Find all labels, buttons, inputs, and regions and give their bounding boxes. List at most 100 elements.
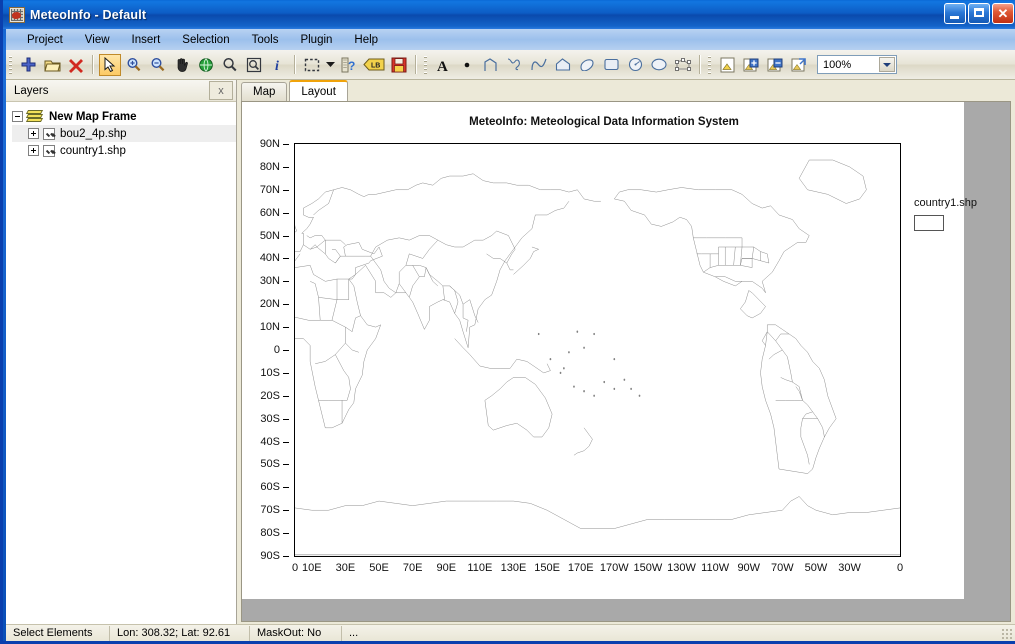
latitude-tick-mark xyxy=(283,304,289,306)
zoom-in-icon[interactable] xyxy=(123,54,145,76)
longitude-tick-label: 130W xyxy=(667,562,696,574)
status-coordinates: Lon: 308.32; Lat: 92.61 xyxy=(110,625,250,641)
chevron-down-icon[interactable] xyxy=(879,57,895,72)
map-island-marker xyxy=(549,358,552,361)
status-maskout: MaskOut: No xyxy=(250,625,342,641)
layout-zoom-in-icon[interactable] xyxy=(740,54,762,76)
map-island-marker xyxy=(568,351,570,354)
polygon-tool-icon[interactable] xyxy=(552,54,574,76)
select-by-rectangle-icon[interactable] xyxy=(301,54,323,76)
menu-view[interactable]: View xyxy=(74,32,121,48)
menu-project[interactable]: Project xyxy=(16,32,74,48)
map-frame-label: New Map Frame xyxy=(49,110,137,123)
map-outline xyxy=(332,316,361,332)
freehand-tool-icon[interactable] xyxy=(504,54,526,76)
zoom-to-selection-icon[interactable] xyxy=(243,54,265,76)
select-arrow-icon[interactable] xyxy=(99,53,121,76)
latitude-tick-label: 70S xyxy=(260,504,280,517)
tab-layout[interactable]: Layout xyxy=(289,80,348,101)
page-layout-icon[interactable] xyxy=(716,54,738,76)
query-builder-icon[interactable]: ? xyxy=(338,54,360,76)
menu-plugin[interactable]: Plugin xyxy=(289,32,343,48)
text-tool-icon[interactable]: A xyxy=(432,54,454,76)
map-outline xyxy=(485,377,552,437)
zoom-out-icon[interactable] xyxy=(147,54,169,76)
map-island-marker xyxy=(537,332,540,336)
curve-polygon-tool-icon[interactable] xyxy=(576,54,598,76)
add-layer-icon[interactable] xyxy=(17,54,39,76)
identify-magnifier-icon[interactable] xyxy=(219,54,241,76)
expand-icon[interactable] xyxy=(28,128,39,139)
rectangle-tool-icon[interactable] xyxy=(600,54,622,76)
longitude-tick-label: 30E xyxy=(335,562,356,574)
close-button[interactable] xyxy=(992,3,1014,24)
map-outline xyxy=(455,339,551,373)
collapse-icon[interactable] xyxy=(12,111,23,122)
info-icon[interactable]: i xyxy=(267,54,289,76)
tab-map[interactable]: Map xyxy=(241,82,288,101)
latitude-tick-mark xyxy=(283,235,289,237)
point-tool-icon[interactable] xyxy=(456,54,478,76)
minimize-button[interactable] xyxy=(944,3,966,24)
open-folder-icon[interactable] xyxy=(41,54,63,76)
latitude-tick-label: 40S xyxy=(260,435,280,448)
full-extent-globe-icon[interactable] xyxy=(195,54,217,76)
curve-tool-icon[interactable] xyxy=(528,54,550,76)
latitude-tick-label: 70N xyxy=(259,183,280,196)
tree-node-map-frame[interactable]: New Map Frame xyxy=(12,108,236,125)
toolbar-grip[interactable] xyxy=(9,55,12,74)
layer-visibility-checkbox[interactable] xyxy=(43,127,55,140)
close-icon[interactable]: x xyxy=(209,81,233,100)
zoom-level-value: 100% xyxy=(823,58,852,71)
latitude-tick-mark xyxy=(283,441,289,443)
tree-node-country1[interactable]: country1.shp xyxy=(12,142,236,159)
save-project-icon[interactable] xyxy=(388,54,410,76)
map-outline xyxy=(406,240,438,265)
map-figure: MeteoInfo: Meteological Data Information… xyxy=(242,102,977,599)
menu-insert[interactable]: Insert xyxy=(121,32,172,48)
map-outline xyxy=(307,236,325,241)
longitude-tick-label: 50W xyxy=(804,562,828,574)
map-island-marker xyxy=(613,387,616,391)
longitude-tick-label: 70E xyxy=(402,562,423,574)
latitude-tick-label: 60N xyxy=(259,206,280,219)
latitude-tick-label: 10S xyxy=(260,366,280,379)
latitude-tick-mark xyxy=(283,487,289,489)
toolbar-grip[interactable] xyxy=(424,55,427,74)
maximize-button[interactable] xyxy=(968,3,990,24)
map-outline xyxy=(614,187,809,292)
latitude-tick-mark xyxy=(283,258,289,260)
expand-icon[interactable] xyxy=(28,145,39,156)
layout-zoom-fit-icon[interactable] xyxy=(788,54,810,76)
latitude-tick-label: 30S xyxy=(260,412,280,425)
latitude-tick-label: 90S xyxy=(260,550,280,562)
map-outline xyxy=(302,174,601,234)
dropdown-arrow-icon[interactable] xyxy=(325,54,336,76)
map-island-marker xyxy=(593,394,595,397)
svg-text:A: A xyxy=(437,59,448,73)
circle-tool-icon[interactable] xyxy=(624,54,646,76)
resize-grip-icon[interactable] xyxy=(1001,628,1013,640)
tree-node-bou2-4p[interactable]: bou2_4p.shp xyxy=(12,125,236,142)
remove-layer-icon[interactable] xyxy=(65,54,87,76)
longitude-axis-labels: 0 10E 30E 50E 70E 90E 110E 130E 150E 170E 170W 150W… xyxy=(292,562,903,580)
zoom-level-combobox[interactable]: 100% xyxy=(817,55,897,74)
map-frame-stack-icon xyxy=(25,110,44,123)
toolbar-grip[interactable] xyxy=(708,55,711,74)
layer-visibility-checkbox[interactable] xyxy=(43,144,55,157)
polyline-tool-icon[interactable] xyxy=(480,54,502,76)
menu-tools[interactable]: Tools xyxy=(241,32,290,48)
map-outline xyxy=(693,238,742,247)
layout-zoom-out-icon[interactable] xyxy=(764,54,786,76)
layout-canvas[interactable]: MeteoInfo: Meteological Data Information… xyxy=(241,101,1011,622)
latitude-tick-mark xyxy=(283,327,289,329)
pan-hand-icon[interactable] xyxy=(171,54,193,76)
ellipse-tool-icon[interactable] xyxy=(648,54,670,76)
edit-vertices-tool-icon[interactable] xyxy=(672,54,694,76)
map-island-marker xyxy=(583,346,585,349)
latitude-tick-label: 60S xyxy=(260,481,280,494)
map-frame[interactable] xyxy=(294,143,901,557)
menu-help[interactable]: Help xyxy=(343,32,389,48)
menu-selection[interactable]: Selection xyxy=(171,32,240,48)
label-tag-icon[interactable]: LB xyxy=(362,54,386,76)
